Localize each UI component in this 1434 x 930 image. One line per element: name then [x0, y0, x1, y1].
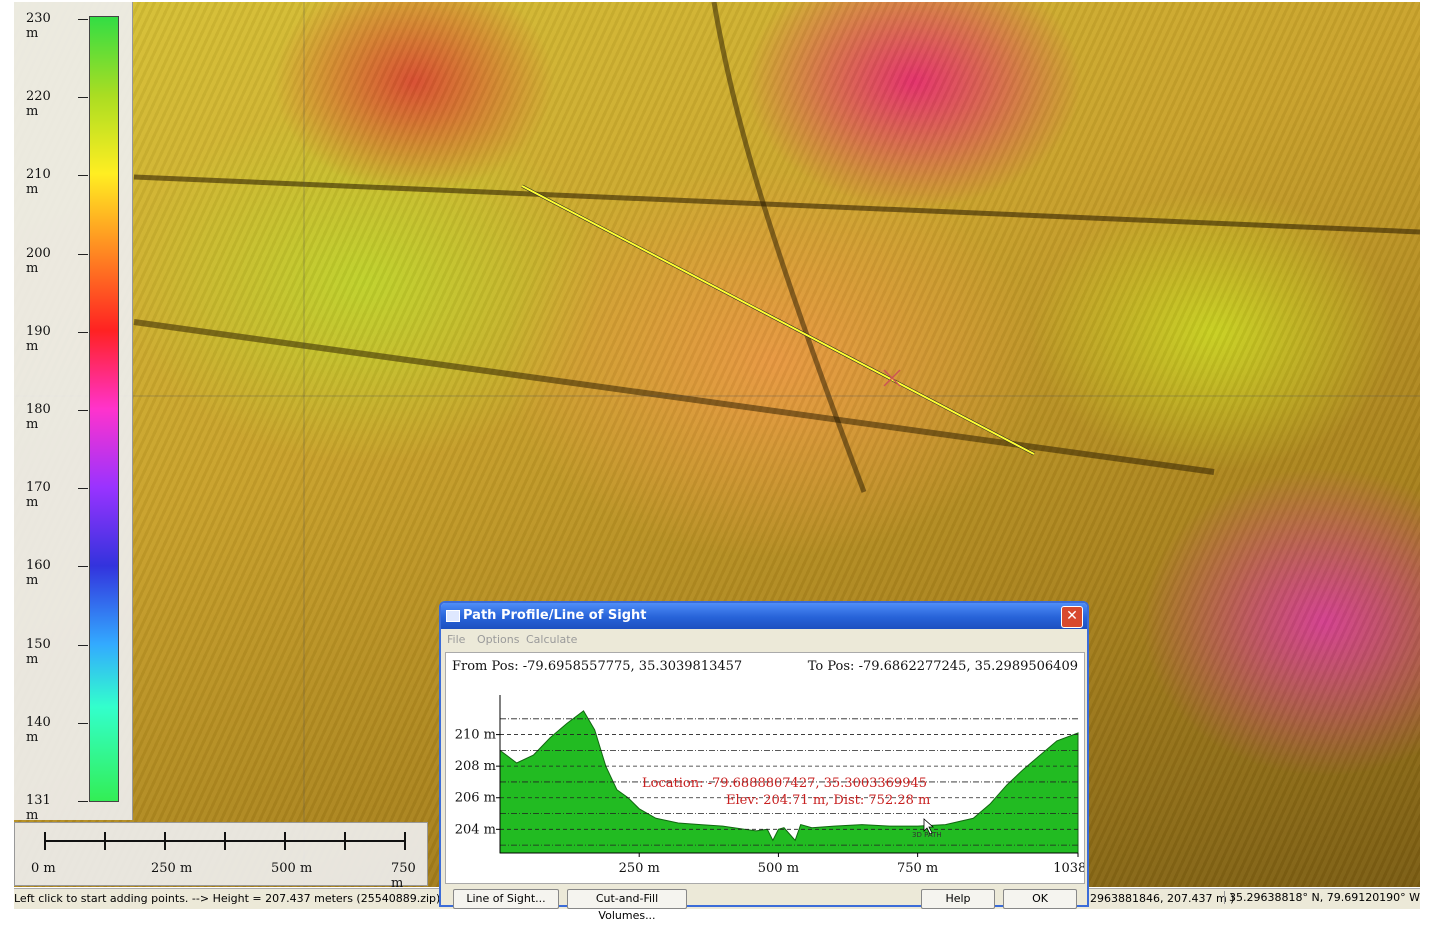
railroad — [133, 319, 1215, 475]
legend-tick-label: 180 m — [26, 402, 51, 432]
close-button[interactable]: ✕ — [1061, 606, 1083, 628]
legend-tick-mark — [78, 97, 88, 99]
dialog-title: Path Profile/Line of Sight — [463, 608, 647, 623]
from-position: From Pos: -79.6958557775, 35.3039813457 — [452, 659, 743, 674]
status-message: Left click to start adding points. --> H… — [14, 892, 441, 905]
legend-tick-mark — [78, 410, 88, 411]
menu-calculate[interactable]: Calculate — [526, 633, 577, 646]
profile-y-tick-label: 210 m — [455, 728, 496, 743]
scale-bar-label: 750 m — [391, 861, 416, 891]
dialog-titlebar[interactable]: Path Profile/Line of Sight ✕ — [441, 603, 1087, 629]
path-profile-dialog: Path Profile/Line of Sight ✕ File Option… — [439, 601, 1089, 922]
legend-tick-label: 220 m — [26, 89, 51, 120]
legend-tick-label: 190 m — [26, 323, 51, 354]
legend-tick-mark — [78, 722, 88, 724]
scale-bar-label: 500 m — [271, 861, 313, 876]
profile-y-tick-label: 204 m — [455, 822, 496, 837]
legend-tick-label: 210 m — [26, 167, 51, 198]
legend-tick-mark — [78, 331, 88, 333]
legend-tick-label: 200 m — [26, 245, 51, 276]
legend-tick-label: 131 m — [26, 793, 51, 823]
profile-x-tick-label: 750 m — [897, 861, 938, 876]
legend-tick-label: 160 m — [26, 558, 51, 589]
legend-tick-mark — [78, 644, 88, 646]
cursor-location-label: Location: -79.6888807427, 35.3003369945 — [642, 776, 927, 791]
profile-x-tick-label: 500 m — [758, 861, 799, 876]
profile-x-tick-label: 1038 m — [1053, 861, 1084, 876]
elevation-colorbar — [89, 16, 119, 802]
legend-tick-mark — [78, 19, 88, 20]
scale-bar-tick — [284, 832, 286, 850]
profile-y-tick-label: 206 m — [455, 791, 496, 806]
dialog-menubar: File Options Calculate — [441, 629, 1087, 649]
scale-bar-tick — [224, 832, 226, 850]
legend-tick-mark — [78, 253, 88, 255]
scale-bar: 0 m 250 m 500 m 750 m — [14, 822, 428, 891]
line-of-sight-button[interactable]: Line of Sight... — [453, 889, 559, 909]
profile-x-tick-label: 250 m — [619, 861, 660, 876]
watermark-label: 3D PATH — [912, 831, 942, 839]
scale-bar-tick — [44, 832, 46, 850]
scale-bar-tick — [104, 832, 106, 850]
legend-tick-mark — [78, 488, 88, 490]
road-upper — [133, 174, 1420, 235]
legend-tick-label: 230 m — [26, 11, 51, 41]
status-coordinates: 2963881846, 207.437 m ) — [1090, 892, 1235, 905]
menu-file[interactable]: File — [447, 633, 465, 646]
scale-bar-tick — [164, 832, 166, 850]
status-latlon: 35.29638818° N, 79.69120190° W — [1224, 891, 1420, 904]
profile-y-tick-label: 208 m — [455, 759, 496, 774]
window-icon — [446, 610, 460, 622]
legend-tick-label: 150 m — [26, 636, 51, 667]
legend-tick-label: 170 m — [26, 480, 51, 511]
profile-chart: 204 m 206 m 208 m 210 m 250 m 500 m 750 m 1038 … — [455, 695, 1084, 876]
ok-button[interactable]: OK — [1003, 889, 1077, 909]
legend-tick-mark — [78, 801, 88, 802]
scale-bar-label: 250 m — [151, 861, 193, 876]
scale-bar-tick — [404, 832, 406, 850]
legend-tick-label: 140 m — [26, 714, 51, 745]
to-position: To Pos: -79.6862277245, 35.2989506409 — [807, 659, 1078, 674]
legend-tick-mark — [78, 566, 88, 568]
help-button[interactable]: Help — [921, 889, 995, 909]
cursor-elevation-label: Elev: 204.71 m, Dist: 752.28 m — [726, 793, 930, 808]
legend-tick-mark — [78, 175, 88, 177]
cut-fill-volumes-button[interactable]: Cut-and-Fill Volumes... — [567, 889, 687, 922]
scale-bar-label: 0 m — [31, 861, 56, 876]
menu-options[interactable]: Options — [477, 633, 519, 646]
scale-bar-tick — [344, 832, 346, 850]
profile-plot[interactable]: 204 m 206 m 208 m 210 m 250 m 500 m 750 m 1038 … — [445, 652, 1085, 884]
